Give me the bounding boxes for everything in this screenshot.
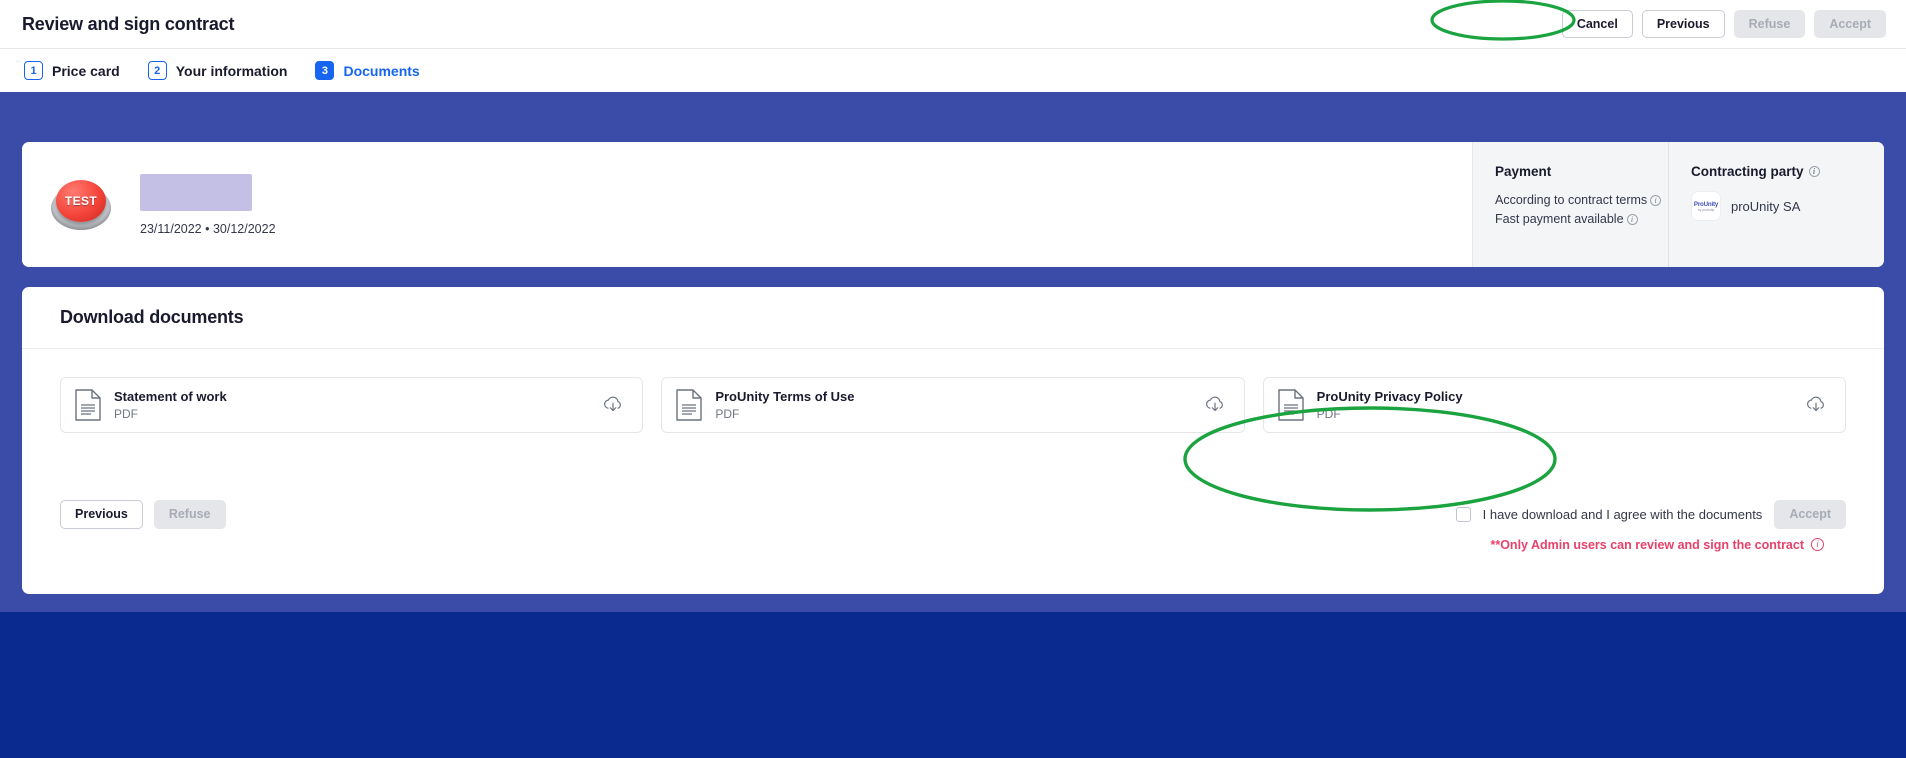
prounity-logo-icon: ProUnity by proUnity (1691, 191, 1721, 221)
contract-dates: 23/11/2022 • 30/12/2022 (140, 221, 276, 236)
contracting-party-row: ProUnity by proUnity proUnity SA (1691, 191, 1884, 221)
step-number: 2 (147, 61, 167, 80)
admin-warning-text: **Only Admin users can review and sign t… (1490, 537, 1804, 552)
info-icon[interactable]: i (1808, 166, 1820, 177)
step-documents[interactable]: 3 Documents (301, 61, 433, 80)
download-documents-header: Download documents (22, 287, 1884, 349)
step-number: 1 (24, 61, 43, 80)
download-documents-card: Download documents Statement of work PDF (22, 287, 1884, 594)
document-meta: Statement of work PDF (114, 389, 589, 421)
info-icon[interactable]: i (1811, 538, 1824, 551)
info-icon[interactable]: i (1650, 195, 1662, 206)
logo-secondary-text: by proUnity (1697, 207, 1715, 212)
test-badge-label: TEST (64, 193, 98, 208)
agree-label: I have download and I agree with the doc… (1482, 506, 1763, 522)
document-item-privacy-policy[interactable]: ProUnity Privacy Policy PDF (1262, 377, 1846, 433)
step-price-card[interactable]: 1 Price card (10, 61, 134, 80)
documents-footer-actions: Previous Refuse I have download and I ag… (22, 492, 1884, 592)
contract-summary-text: 23/11/2022 • 30/12/2022 (140, 173, 276, 236)
contracting-party-heading: Contracting party i (1691, 164, 1884, 179)
payment-heading-label: Payment (1495, 164, 1552, 179)
document-type: PDF (715, 407, 740, 421)
contract-signing-page: Review and sign contract Cancel Previous… (0, 0, 1906, 758)
step-your-information[interactable]: 2 Your information (134, 61, 302, 80)
document-name: ProUnity Terms of Use (715, 389, 855, 404)
test-badge-icon: TEST (50, 174, 112, 236)
document-file-icon (75, 389, 101, 421)
contract-summary-card: TEST 23/11/2022 • 30/12/2022 Payment Acc… (22, 142, 1884, 267)
document-file-icon (676, 389, 703, 421)
document-item-statement-of-work[interactable]: Statement of work PDF (60, 377, 644, 433)
footer-left-actions: Previous Refuse (60, 500, 226, 529)
top-bar: Review and sign contract Cancel Previous… (0, 0, 1906, 48)
step-label: Your information (175, 62, 288, 79)
footer-previous-button[interactable]: Previous (60, 500, 143, 529)
cancel-button[interactable]: Cancel (1561, 9, 1633, 39)
payment-terms-line: According to contract terms i (1495, 191, 1668, 210)
page-title: Review and sign contract (22, 13, 235, 34)
download-cloud-icon[interactable] (1805, 394, 1827, 416)
step-navigation: 1 Price card 2 Your information 3 Docume… (0, 48, 1906, 92)
payment-heading: Payment (1495, 164, 1668, 179)
contract-summary-main: TEST 23/11/2022 • 30/12/2022 (22, 142, 1472, 267)
contracting-party-panel: Contracting party i ProUnity by proUnity… (1668, 142, 1884, 267)
step-number: 3 (315, 61, 335, 80)
fast-payment-label: Fast payment available (1495, 212, 1624, 226)
download-documents-title: Download documents (60, 307, 244, 327)
document-meta: ProUnity Privacy Policy PDF (1317, 389, 1792, 421)
document-item-terms-of-use[interactable]: ProUnity Terms of Use PDF (661, 377, 1245, 433)
documents-grid: Statement of work PDF ProUnity Terms of … (22, 349, 1884, 433)
agreement-row: I have download and I agree with the doc… (1455, 500, 1846, 529)
logo-primary-text: ProUnity (1693, 200, 1719, 208)
agree-checkbox[interactable] (1455, 506, 1471, 522)
download-cloud-icon[interactable] (602, 394, 624, 416)
payment-panel: Payment According to contract terms i Fa… (1472, 142, 1668, 267)
top-bar-actions: Cancel Previous Refuse Accept (1561, 9, 1886, 39)
download-cloud-icon[interactable] (1204, 394, 1226, 416)
footer-refuse-button[interactable]: Refuse (153, 500, 226, 529)
document-file-icon (1277, 389, 1304, 421)
previous-button[interactable]: Previous (1641, 9, 1725, 39)
footer-accept-button[interactable]: Accept (1774, 500, 1846, 529)
payment-terms-label: According to contract terms (1495, 193, 1648, 207)
contracting-party-heading-label: Contracting party (1691, 164, 1804, 179)
info-icon[interactable]: i (1626, 214, 1638, 225)
document-meta: ProUnity Terms of Use PDF (715, 389, 1190, 421)
contract-title-redacted (140, 173, 252, 211)
document-type: PDF (1316, 407, 1341, 421)
contracting-party-name: proUnity SA (1731, 198, 1801, 214)
refuse-button[interactable]: Refuse (1733, 9, 1806, 39)
accept-button[interactable]: Accept (1814, 9, 1886, 39)
step-label: Price card (52, 62, 120, 79)
document-name: Statement of work (114, 389, 227, 404)
admin-warning-row: **Only Admin users can review and sign t… (1490, 538, 1846, 552)
fast-payment-line: Fast payment available i (1495, 210, 1668, 229)
footer-right-actions: I have download and I agree with the doc… (1455, 500, 1846, 552)
step-label: Documents (343, 62, 420, 79)
document-type: PDF (114, 407, 138, 421)
document-name: ProUnity Privacy Policy (1316, 389, 1463, 404)
